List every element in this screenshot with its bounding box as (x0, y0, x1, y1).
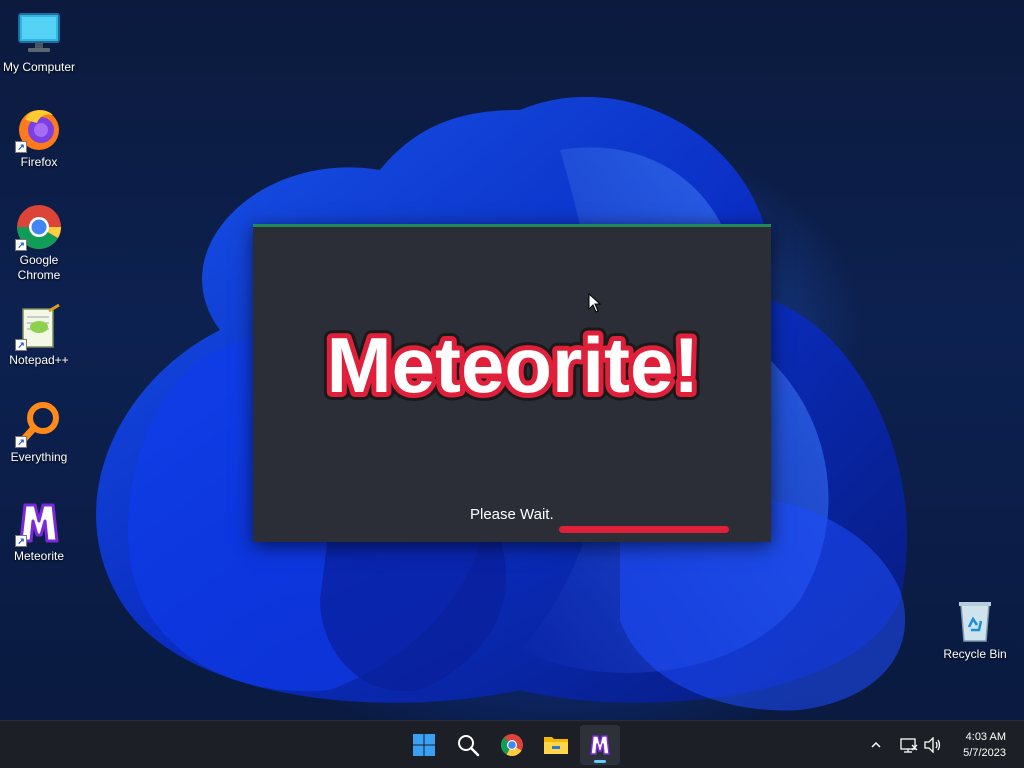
start-button[interactable] (404, 725, 444, 765)
tray-network-button[interactable] (896, 737, 922, 753)
meteorite-icon (590, 735, 610, 755)
taskbar-clock[interactable]: 4:03 AM 5/7/2023 (963, 729, 1006, 761)
chevron-up-icon (871, 741, 881, 748)
taskbar-search-button[interactable] (448, 725, 488, 765)
desktop-icon-recycle-bin[interactable]: Recycle Bin (936, 597, 1014, 662)
shortcut-arrow-icon: ↗ (15, 141, 27, 153)
desktop-icon-label: Notepad++ (9, 353, 69, 367)
monitor-icon (15, 10, 63, 58)
desktop-icon-label: My Computer (2, 60, 76, 74)
taskbar-chrome-button[interactable] (492, 725, 532, 765)
taskbar-file-explorer-button[interactable] (536, 725, 576, 765)
meteorite-icon: ↗ (15, 499, 63, 547)
shortcut-arrow-icon: ↗ (15, 535, 27, 547)
splash-status-text: Please Wait. (470, 506, 554, 523)
splash-top-border (253, 224, 771, 227)
svg-text:Meteorite!: Meteorite! (327, 321, 700, 409)
volume-icon (924, 737, 941, 753)
chrome-icon: ↗ (15, 203, 63, 251)
file-explorer-icon (544, 737, 568, 754)
splash-title: Meteorite! Meteorite! Meteorite! (319, 320, 708, 410)
desktop-icon-notepad-plus-plus[interactable]: ↗ Notepad++ (0, 303, 78, 368)
desktop-icon-firefox[interactable]: ↗ Firefox (0, 105, 78, 170)
splash-progress-bar (559, 526, 729, 533)
desktop-icon-meteorite[interactable]: ↗ Meteorite (0, 499, 78, 564)
notepad-plus-plus-icon: ↗ (15, 303, 63, 351)
recycle-bin-icon (951, 597, 999, 645)
system-tray (864, 721, 944, 768)
chrome-icon (501, 734, 523, 756)
taskbar-meteorite-button[interactable] (580, 725, 620, 765)
search-icon (458, 735, 480, 757)
windows-start-icon (413, 734, 435, 756)
taskbar: 4:03 AM 5/7/2023 (0, 720, 1024, 768)
mouse-cursor-icon (588, 293, 602, 313)
desktop-icon-label: Recycle Bin (943, 647, 1007, 661)
network-icon (900, 738, 918, 753)
desktop-icon-my-computer[interactable]: My Computer (0, 10, 78, 75)
active-app-indicator (594, 760, 606, 763)
desktop-icon-label: Meteorite (13, 549, 65, 563)
clock-date: 5/7/2023 (963, 747, 1006, 759)
shortcut-arrow-icon: ↗ (15, 339, 27, 351)
clock-time: 4:03 AM (965, 731, 1006, 743)
firefox-icon: ↗ (15, 105, 63, 153)
everything-search-icon: ↗ (15, 400, 63, 448)
desktop-icon-label: Everything (10, 450, 68, 464)
desktop-icon-google-chrome[interactable]: ↗ Google Chrome (0, 203, 78, 283)
desktop-icon-label: Firefox (20, 155, 58, 169)
desktop-icon-label: Google Chrome (17, 253, 61, 282)
shortcut-arrow-icon: ↗ (15, 239, 27, 251)
tray-volume-button[interactable] (922, 737, 944, 753)
tray-overflow-button[interactable] (864, 739, 888, 751)
splash-progress-fill (559, 526, 729, 533)
meteorite-splash-window: Meteorite! Meteorite! Meteorite! Please … (253, 224, 771, 542)
desktop-icon-everything[interactable]: ↗ Everything (0, 400, 78, 465)
shortcut-arrow-icon: ↗ (15, 436, 27, 448)
